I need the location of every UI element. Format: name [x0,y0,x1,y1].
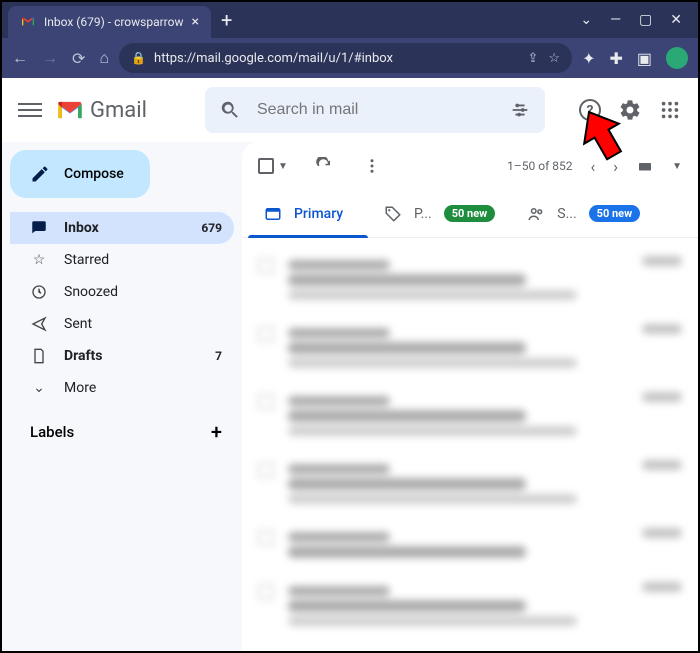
gmail-text: Gmail [90,98,147,123]
minimize-icon[interactable]: — [610,12,621,28]
input-tools-button[interactable] [636,157,654,175]
labels-title: Labels [30,423,74,441]
apps-grid-icon[interactable] [658,98,682,122]
close-tab-icon[interactable]: × [192,14,199,30]
content-area: ▼ 1–50 of 852 ‹ › ▼ Primary [242,142,698,651]
nav-label: Snoozed [64,284,118,300]
url-box[interactable]: 🔒 https://mail.google.com/mail/u/1/#inbo… [119,43,572,73]
add-label-button[interactable]: + [211,420,222,444]
panel-icon[interactable]: ▣ [637,49,652,68]
tab-label: Primary [294,206,343,222]
support-icon[interactable]: ? [578,98,602,122]
profile-avatar[interactable] [666,47,688,69]
tab-bar: Inbox (679) - crowsparrow × + ⌄ — ▢ ✕ [2,2,698,38]
compose-button[interactable]: Compose [10,150,150,198]
nav-label: Inbox [64,220,99,236]
tab-label: P... [414,206,432,222]
clock-icon [30,284,48,300]
promotions-badge: 50 new [444,205,496,222]
tag-icon [384,205,402,223]
browser-tab[interactable]: Inbox (679) - crowsparrow × [8,6,211,38]
tab-social[interactable]: S... 50 new [511,190,656,237]
more-button[interactable] [360,154,384,178]
sidebar-item-starred[interactable]: ☆ Starred [10,244,234,276]
close-window-icon[interactable]: ✕ [670,12,682,28]
star-icon: ☆ [30,252,48,268]
nav-label: Drafts [64,348,102,364]
inbox-tab-icon [264,205,282,223]
svg-text:?: ? [587,103,594,119]
tab-primary[interactable]: Primary [248,190,368,237]
nav-count: 7 [215,349,222,363]
send-icon [30,316,48,332]
tab-promotions[interactable]: P... 50 new [368,190,511,237]
gmail-logo[interactable]: Gmail [56,98,147,123]
people-icon [527,205,545,223]
email-row[interactable] [242,314,698,382]
search-input[interactable] [255,100,495,120]
chevron-down-icon[interactable]: ▼ [672,161,682,172]
back-icon[interactable]: ← [12,48,28,68]
search-container[interactable] [205,87,545,133]
chevron-down-icon: ⌄ [30,380,48,396]
pencil-icon [30,164,50,184]
category-tabs: Primary P... 50 new S... 50 new [242,190,698,238]
inbox-icon [30,219,48,237]
window-controls: ⌄ — ▢ ✕ [580,12,692,28]
email-row[interactable] [242,450,698,518]
nav-label: More [64,380,96,396]
gmail-icon [56,99,84,121]
sidebar-item-drafts[interactable]: Drafts 7 [10,340,234,372]
email-row[interactable] [242,572,698,640]
search-options-icon[interactable] [509,99,531,121]
labels-header: Labels + [10,404,234,444]
email-row[interactable] [242,246,698,314]
share-icon[interactable]: ⇪ [528,51,539,66]
sidebar-item-sent[interactable]: Sent [10,308,234,340]
extensions-puzzle-icon[interactable]: ✚ [609,49,622,68]
gmail-favicon [20,14,36,30]
email-list [242,238,698,648]
forward-icon[interactable]: → [42,48,58,68]
search-icon[interactable] [219,99,241,121]
sidebar-item-more[interactable]: ⌄ More [10,372,234,404]
prev-page-button[interactable]: ‹ [590,157,595,176]
email-row[interactable] [242,518,698,572]
email-row[interactable] [242,382,698,450]
nav-label: Sent [64,316,92,332]
maximize-icon[interactable]: ▢ [639,12,652,28]
tab-title: Inbox (679) - crowsparrow [44,15,184,29]
reload-icon[interactable]: ⟳ [72,49,85,68]
address-bar: ← → ⟳ ⌂ 🔒 https://mail.google.com/mail/u… [2,38,698,78]
url-text: https://mail.google.com/mail/u/1/#inbox [154,51,393,66]
draft-icon [30,348,48,364]
sidebar-item-snoozed[interactable]: Snoozed [10,276,234,308]
nav-label: Starred [64,252,109,268]
chevron-down-icon[interactable]: ⌄ [580,12,592,28]
home-icon[interactable]: ⌂ [99,48,109,68]
refresh-button[interactable] [312,154,336,178]
browser-chrome: Inbox (679) - crowsparrow × + ⌄ — ▢ ✕ ← … [2,2,698,78]
new-tab-button[interactable]: + [221,8,232,32]
page-range[interactable]: 1–50 of 852 [507,159,572,173]
mail-toolbar: ▼ 1–50 of 852 ‹ › ▼ [242,142,698,190]
social-badge: 50 new [589,205,641,222]
nav-count: 679 [201,221,222,235]
chevron-down-icon: ▼ [278,161,288,172]
sidebar-item-inbox[interactable]: Inbox 679 [10,212,234,244]
main-layout: Compose Inbox 679 ☆ Starred Snoozed Sent… [2,142,698,651]
settings-gear-icon[interactable] [618,98,642,122]
bookmark-icon[interactable]: ☆ [548,51,560,66]
next-page-button[interactable]: › [613,157,618,176]
gmail-header: Gmail ? [2,78,698,142]
sidebar: Compose Inbox 679 ☆ Starred Snoozed Sent… [2,142,242,651]
tab-label: S... [557,206,576,222]
select-all-checkbox[interactable]: ▼ [258,158,288,174]
main-menu-button[interactable] [18,99,42,121]
compose-label: Compose [64,166,124,182]
lock-icon: 🔒 [131,51,146,65]
extension-icon[interactable]: ✦ [582,49,595,68]
